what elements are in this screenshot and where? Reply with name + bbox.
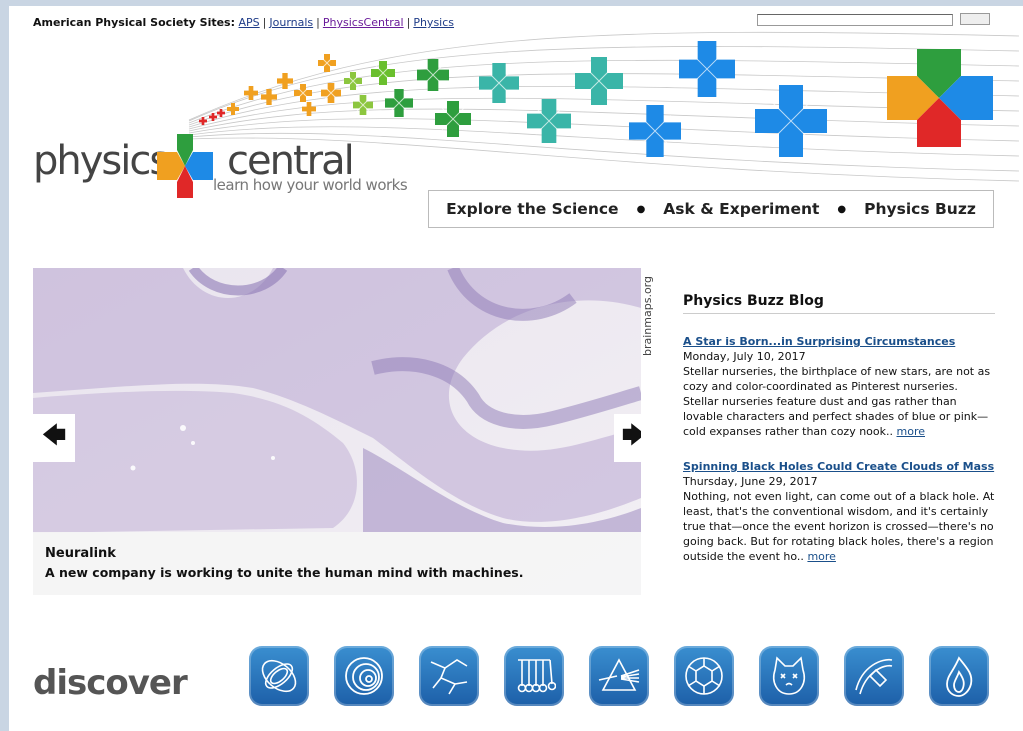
nav-separator: ●: [837, 203, 847, 215]
slider-caption-text: A new company is working to unite the hu…: [45, 565, 524, 580]
cat-icon[interactable]: [759, 646, 819, 706]
blog-post-excerpt: Nothing, not even light, can come out of…: [683, 490, 995, 563]
page: American Physical Society Sites: APS | Jou…: [9, 6, 1023, 731]
satellite-icon[interactable]: [844, 646, 904, 706]
physics-buzz-blog: Physics Buzz Blog A Star is Born...in Su…: [683, 293, 995, 564]
arrow-left-icon: 🡄: [41, 420, 67, 449]
physics-central-logo[interactable]: physics central learn how your world wor…: [33, 138, 413, 200]
feature-slider: 🡄 🡆 Neuralink A new company is working t…: [33, 268, 641, 595]
blog-post: A Star is Born...in Surprising Circumsta…: [683, 334, 995, 439]
nav-ask-and-experiment[interactable]: Ask & Experiment: [663, 200, 819, 218]
blog-post-date: Monday, July 10, 2017: [683, 350, 806, 363]
molecule-icon[interactable]: [674, 646, 734, 706]
logo-word-physics: physics: [33, 138, 170, 184]
blog-post-title[interactable]: A Star is Born...in Surprising Circumsta…: [683, 334, 995, 349]
flame-icon[interactable]: [929, 646, 989, 706]
image-credit-text: brainmaps.org: [641, 276, 654, 356]
main-nav: Explore the Science ● Ask & Experiment ●…: [428, 190, 994, 228]
decorative-cross: [209, 113, 217, 121]
prism-icon[interactable]: [589, 646, 649, 706]
nav-separator: ●: [636, 203, 646, 215]
decorative-cross: [261, 89, 277, 105]
nav-explore-the-science[interactable]: Explore the Science: [446, 200, 618, 218]
slider-prev-button[interactable]: 🡄: [33, 414, 75, 462]
pendulum-icon[interactable]: [504, 646, 564, 706]
blog-post-date: Thursday, June 29, 2017: [683, 475, 818, 488]
slider-caption-title: Neuralink: [45, 546, 116, 561]
discover-label: discover: [33, 663, 188, 703]
blog-post-title[interactable]: Spinning Black Holes Could Create Clouds…: [683, 459, 995, 474]
slider-next-button[interactable]: 🡆: [614, 414, 641, 462]
blog-title: Physics Buzz Blog: [683, 293, 995, 314]
logo-tagline: learn how your world works: [213, 176, 408, 194]
blog-post-more-link[interactable]: more: [897, 425, 926, 438]
spiral-icon[interactable]: [334, 646, 394, 706]
image-credit: brainmaps.org: [641, 276, 654, 356]
logo-cross-icon: [157, 134, 213, 198]
decorative-cross: [277, 73, 293, 89]
decorative-cross: [244, 86, 258, 100]
nav-physics-buzz[interactable]: Physics Buzz: [864, 200, 976, 218]
discover-icons: [249, 646, 989, 706]
lightning-icon[interactable]: [419, 646, 479, 706]
arrow-right-icon: 🡆: [621, 420, 641, 449]
slider-caption[interactable]: Neuralink A new company is working to un…: [33, 532, 641, 595]
orbit-icon[interactable]: [249, 646, 309, 706]
blog-post-excerpt: Stellar nurseries, the birthplace of new…: [683, 365, 991, 438]
blog-post: Spinning Black Holes Could Create Clouds…: [683, 459, 995, 564]
blog-post-more-link[interactable]: more: [807, 550, 836, 563]
